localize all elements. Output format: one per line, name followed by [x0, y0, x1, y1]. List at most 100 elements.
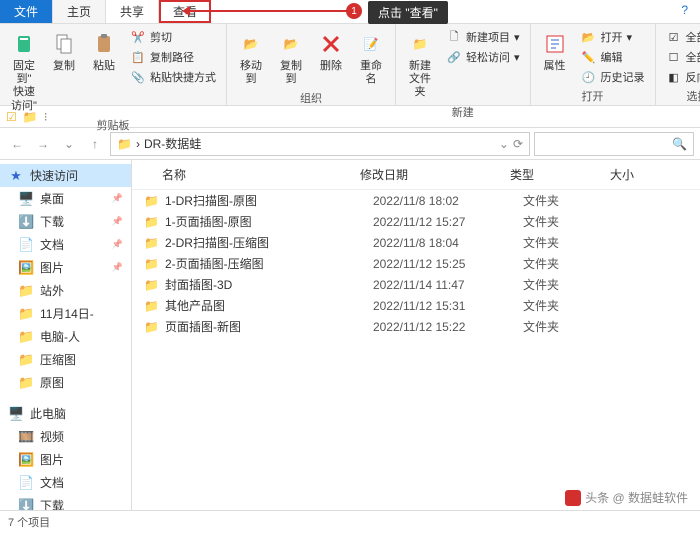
item-icon: 📁: [18, 352, 34, 368]
sidebar: ★快速访问 🖥️桌面⬇️下载📄文档🖼️图片📁站外📁11月14日-📁电脑-人📁压缩…: [0, 160, 132, 510]
select-group-label: 选择: [662, 86, 700, 106]
annotation-badge: 1: [346, 3, 362, 19]
breadcrumb-segment[interactable]: ›: [136, 137, 140, 151]
refresh-button[interactable]: ⟳: [513, 137, 523, 151]
paste-button[interactable]: 粘贴: [86, 28, 122, 75]
copy-button[interactable]: 复制: [46, 28, 82, 75]
easy-access-button[interactable]: 🔗轻松访问 ▾: [442, 48, 524, 66]
table-row[interactable]: 📁1-DR扫描图-原图2022/11/8 18:02文件夹: [132, 190, 700, 211]
ribbon: 固定到" 快速访问" 复制 粘贴 ✂️剪切 📋复制路径 📎粘贴快捷方式 剪贴板 …: [0, 24, 700, 106]
sidebar-item[interactable]: 📄文档: [0, 471, 131, 494]
qat-overflow[interactable]: ⁝: [44, 110, 48, 124]
item-icon: 📄: [18, 237, 34, 253]
item-icon: 🖥️: [18, 191, 34, 207]
col-date[interactable]: 修改日期: [352, 164, 502, 185]
sidebar-item[interactable]: 🖼️图片: [0, 256, 131, 279]
moveto-button[interactable]: 📂移动到: [233, 28, 269, 88]
folder-icon: 📁: [144, 299, 159, 313]
nav-forward-button[interactable]: →: [32, 133, 54, 155]
table-row[interactable]: 📁页面插图-新图2022/11/12 15:22文件夹: [132, 316, 700, 337]
cut-button[interactable]: ✂️剪切: [126, 28, 220, 46]
sidebar-item[interactable]: 🖥️桌面: [0, 187, 131, 210]
sidebar-item[interactable]: ⬇️下载: [0, 210, 131, 233]
address-bar-row: ← → ⌄ ↑ 📁 › DR-数据蛙 ⌄ ⟳ 🔍: [0, 128, 700, 160]
edit-button[interactable]: ✏️编辑: [577, 48, 649, 66]
paste-shortcut-button[interactable]: 📎粘贴快捷方式: [126, 68, 220, 86]
sidebar-item[interactable]: 📁站外: [0, 279, 131, 302]
nav-up-button[interactable]: ↑: [84, 133, 106, 155]
copy-icon: [50, 30, 78, 58]
table-row[interactable]: 📁2-页面插图-压缩图2022/11/12 15:25文件夹: [132, 253, 700, 274]
pin-quick-access-button[interactable]: 固定到" 快速访问": [6, 28, 42, 115]
sidebar-item[interactable]: 📁电脑-人: [0, 325, 131, 348]
breadcrumb-path[interactable]: DR-数据蛙: [144, 135, 201, 152]
edit-icon: ✏️: [581, 49, 597, 65]
search-input[interactable]: 🔍: [534, 132, 694, 156]
properties-icon: [541, 30, 569, 58]
help-icon[interactable]: ?: [669, 0, 700, 23]
table-row[interactable]: 📁1-页面插图-原图2022/11/12 15:27文件夹: [132, 211, 700, 232]
folder-icon: 📁: [144, 215, 159, 229]
item-icon: 📁: [18, 306, 34, 322]
select-all-button[interactable]: ☑全部选择: [662, 28, 700, 46]
tab-home[interactable]: 主页: [53, 0, 106, 23]
sidebar-item[interactable]: 📁原图: [0, 371, 131, 394]
nav-back-button[interactable]: ←: [6, 133, 28, 155]
sidebar-item[interactable]: 🎞️视频: [0, 425, 131, 448]
search-icon: 🔍: [672, 137, 687, 151]
cut-icon: ✂️: [130, 29, 146, 45]
sidebar-item[interactable]: 📁压缩图: [0, 348, 131, 371]
history-button[interactable]: 🕘历史记录: [577, 68, 649, 86]
addr-dropdown[interactable]: ⌄: [499, 137, 509, 151]
sidebar-item[interactable]: 📁11月14日-: [0, 302, 131, 325]
table-row[interactable]: 📁其他产品图2022/11/12 15:31文件夹: [132, 295, 700, 316]
watermark-logo-icon: [565, 490, 581, 506]
paste-icon: [90, 30, 118, 58]
item-icon: 🎞️: [18, 429, 34, 445]
invert-selection-button[interactable]: ◧反向选择: [662, 68, 700, 86]
new-folder-button[interactable]: 📁新建 文件夹: [402, 28, 438, 102]
rename-button[interactable]: 📝重命名: [353, 28, 389, 88]
ribbon-group-new: 📁新建 文件夹 🗋新建项目 ▾ 🔗轻松访问 ▾ 新建: [396, 24, 531, 105]
copyto-icon: 📂: [277, 30, 305, 58]
select-none-button[interactable]: ☐全部取消: [662, 48, 700, 66]
item-icon: 🖼️: [18, 260, 34, 276]
folder-icon: 📁: [144, 278, 159, 292]
properties-button[interactable]: 属性: [537, 28, 573, 75]
address-bar[interactable]: 📁 › DR-数据蛙 ⌄ ⟳: [110, 132, 530, 156]
checkbox-icon[interactable]: ☑: [6, 110, 17, 124]
col-type[interactable]: 类型: [502, 164, 602, 185]
item-icon: 📁: [18, 283, 34, 299]
pc-icon: 🖥️: [8, 406, 24, 422]
main-area: ★快速访问 🖥️桌面⬇️下载📄文档🖼️图片📁站外📁11月14日-📁电脑-人📁压缩…: [0, 160, 700, 510]
table-row[interactable]: 📁封面插图-3D2022/11/14 11:47文件夹: [132, 274, 700, 295]
organize-group-label: 组织: [233, 88, 389, 108]
folder-icon: 📁: [144, 194, 159, 208]
copy-label: 复制: [53, 60, 75, 73]
tab-file[interactable]: 文件: [0, 0, 53, 23]
selectall-icon: ☑: [666, 29, 682, 45]
sidebar-item[interactable]: 🖼️图片: [0, 448, 131, 471]
open-button[interactable]: 📂打开 ▾: [577, 28, 649, 46]
pin-label: 固定到" 快速访问": [10, 60, 38, 113]
sidebar-this-pc[interactable]: 🖥️此电脑: [0, 402, 131, 425]
new-item-button[interactable]: 🗋新建项目 ▾: [442, 28, 524, 46]
item-icon: 📄: [18, 475, 34, 491]
table-row[interactable]: 📁2-DR扫描图-压缩图2022/11/8 18:04文件夹: [132, 232, 700, 253]
nav-recent-button[interactable]: ⌄: [58, 133, 80, 155]
col-name[interactable]: 名称: [132, 164, 352, 185]
copy-path-button[interactable]: 📋复制路径: [126, 48, 220, 66]
tab-share[interactable]: 共享: [106, 0, 159, 23]
history-icon: 🕘: [581, 69, 597, 85]
folder-icon: 📁: [144, 236, 159, 250]
folder-icon: 📁: [117, 137, 132, 151]
col-size[interactable]: 大小: [602, 164, 700, 185]
sidebar-item[interactable]: ⬇️下载: [0, 494, 131, 510]
open-icon: 📂: [581, 29, 597, 45]
copyto-button[interactable]: 📂复制到: [273, 28, 309, 88]
sidebar-item[interactable]: 📄文档: [0, 233, 131, 256]
sidebar-quick-access[interactable]: ★快速访问: [0, 164, 131, 187]
delete-button[interactable]: 删除: [313, 28, 349, 75]
folder-icon[interactable]: 📁: [23, 110, 38, 124]
annotation-tooltip: 点击 "查看": [368, 1, 448, 24]
